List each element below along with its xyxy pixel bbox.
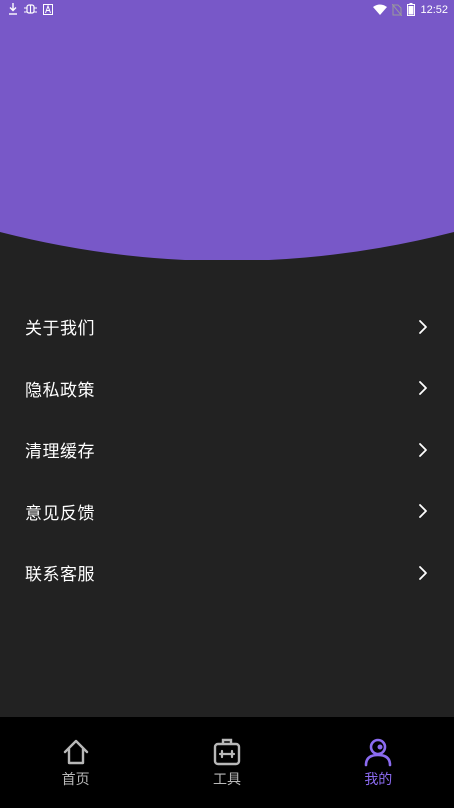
battery-icon [407, 3, 416, 16]
status-time: 12:52 [420, 3, 448, 16]
a-icon [43, 3, 53, 15]
menu-item-contact-support[interactable]: 联系客服 [0, 542, 454, 604]
menu-item-label: 清理缓存 [25, 442, 95, 463]
status-bar: 12:52 [0, 0, 454, 20]
home-icon [63, 739, 88, 765]
chevron-right-icon [419, 381, 427, 396]
tab-label: 工具 [212, 772, 241, 788]
settings-menu: 关于我们 隐私政策 清理缓存 意见反馈 联系客服 [0, 296, 454, 604]
menu-item-label: 联系客服 [25, 565, 95, 586]
tab-home[interactable]: 首页 [0, 717, 151, 808]
chevron-right-icon [419, 442, 427, 457]
menu-item-label: 关于我们 [25, 319, 95, 340]
chevron-right-icon [419, 565, 427, 580]
tab-tools[interactable]: 工具 [151, 717, 302, 808]
bug-icon [24, 4, 37, 14]
toolbox-icon [213, 738, 241, 766]
chevron-right-icon [419, 504, 427, 519]
menu-item-about-us[interactable]: 关于我们 [0, 296, 454, 358]
menu-item-label: 意见反馈 [25, 503, 95, 524]
tab-label: 首页 [61, 772, 90, 788]
header-background [0, 0, 454, 260]
tab-label: 我的 [364, 772, 393, 788]
download-icon [9, 3, 17, 15]
menu-item-privacy-policy[interactable]: 隐私政策 [0, 358, 454, 420]
profile-icon [365, 738, 392, 767]
bottom-tab-bar: 首页 工具 我的 [0, 717, 454, 808]
chevron-right-icon [419, 319, 427, 334]
no-sim-icon [392, 3, 403, 16]
wifi-icon [373, 4, 388, 15]
menu-item-clear-cache[interactable]: 清理缓存 [0, 419, 454, 481]
menu-item-label: 隐私政策 [25, 380, 95, 401]
tab-mine[interactable]: 我的 [303, 717, 454, 808]
menu-item-feedback[interactable]: 意见反馈 [0, 481, 454, 543]
